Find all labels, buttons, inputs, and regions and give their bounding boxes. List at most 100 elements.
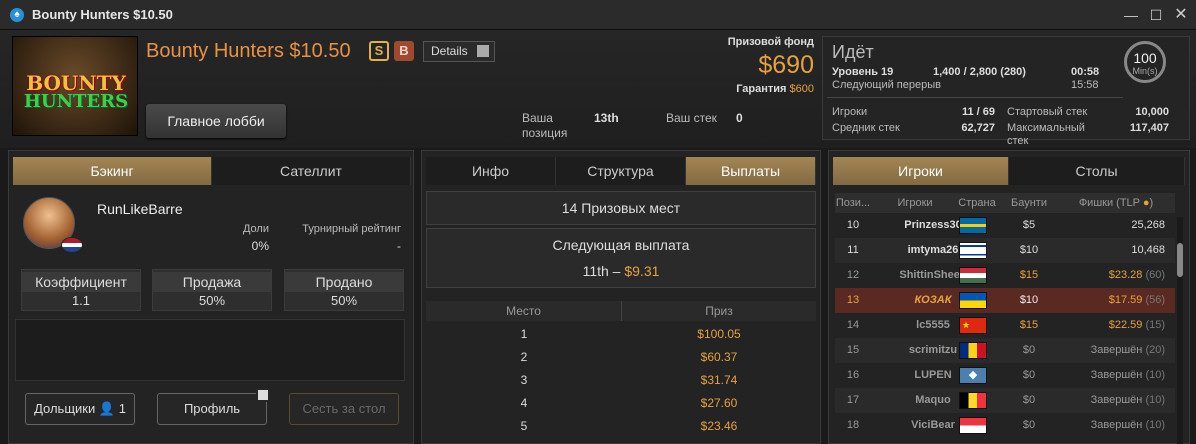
tab-players[interactable]: Игроки [833,157,1009,185]
timer-value: 100 [1133,50,1157,66]
players-table-header[interactable]: Пози... Игроки Страна Баунти Фишки (TLP … [835,193,1175,213]
close-icon[interactable]: ✕ [1170,4,1192,26]
table-row[interactable]: 10 Prinzess30 $5 25,268 [835,213,1175,238]
backers-label: Дольщики [34,401,96,416]
table-row[interactable]: 14 lc5555 ★ $15 $22.59 (15) [835,313,1175,338]
table-row: 2 $60.37 [426,346,816,369]
next-payout-value: 11th – $9.31 [427,261,815,281]
sit-at-table-button[interactable]: Сесть за стол [289,393,399,425]
player-pos: 16 [846,369,860,381]
player-chips: $17.59 (56) [1057,288,1171,313]
col-players[interactable]: Игроки [873,193,957,213]
player-bounty: $0 [1022,394,1036,406]
maximize-icon[interactable]: ☐ [1145,4,1167,26]
tab-payouts[interactable]: Выплаты [686,157,816,185]
guarantee: Гарантия $600 [700,83,814,95]
tab-tables[interactable]: Столы [1009,157,1185,185]
players-tabs: Игроки Столы [833,157,1185,185]
player-chips: 25,268 [1057,213,1171,238]
chips-value: $22.59 [1108,319,1143,331]
details-button[interactable]: Details [423,41,495,62]
col-place: Место [426,301,622,321]
table-row[interactable]: 15 scrimitzu $0 Завершён (20) [835,338,1175,363]
prize: $60.37 [700,350,738,364]
sale-value: 50% [198,293,226,308]
timer-unit: Min(s) [1132,66,1158,76]
app-logo-icon: ♠ [10,8,24,22]
prize-pool-label: Призовой фонд [727,36,814,48]
chips-value: 25,268 [1131,219,1165,231]
backing-tabs: Бэкинг Сателлит [13,157,411,185]
col-chips[interactable]: Фишки (TLP ●) [1061,193,1171,213]
table-row[interactable]: 18 ViciBear $0 Завершён (10) [835,413,1175,438]
minimize-icon[interactable]: — [1120,4,1142,26]
table-row[interactable]: 16 LUPEN ◆ $0 Завершён (10) [835,363,1175,388]
place: 3 [520,373,528,387]
scrollbar-thumb[interactable] [1177,243,1183,277]
player-bounty: $15 [1019,319,1039,331]
col-prize: Приз [705,304,733,318]
player-chips: $23.28 (60) [1057,263,1171,288]
payouts-header: Место Приз [426,301,816,321]
external-link-icon [256,388,270,402]
sale-box: Продажа 50% [152,269,272,311]
max-stack-label: Максимальный стек [1007,122,1085,147]
info-icon: ● [1139,197,1150,209]
sold-label: Продано [285,272,403,292]
prize: $23.46 [700,419,738,433]
singapore-flag-icon [959,417,987,434]
guarantee-label: Гарантия [736,83,787,95]
position-value: 13th [594,111,619,125]
col-country[interactable]: Страна [957,193,997,213]
place: 1 [520,327,528,341]
tournament-status-panel: Идёт Уровень 19 1,400 / 2,800 (280) 00:5… [822,36,1190,147]
player-bounty: $15 [1019,269,1039,281]
main-lobby-button[interactable]: Главное лобби [146,104,286,138]
sold-box: Продано 50% [284,269,404,311]
stack-value: 0 [736,111,743,125]
chips-value: Завершён [1090,394,1143,406]
table-row-current-player[interactable]: 13 КОЗАК $10 $17.59 (56) [835,288,1175,313]
rating-value: - [397,239,401,253]
currency-badge: S [369,41,389,61]
tournament-title: Bounty Hunters $10.50 [146,40,351,62]
table-row[interactable]: 17 Maquo $0 Завершён (10) [835,388,1175,413]
player-chips: 10,468 [1057,238,1171,263]
table-row[interactable]: 12 ShittinSheep $15 $23.28 (60) [835,263,1175,288]
tournament-state: Идёт [832,42,874,62]
players-label: Игроки [832,106,868,118]
chips-value: $23.28 [1108,269,1143,281]
belgium-flag-icon [959,392,987,409]
tab-satellite[interactable]: Сателлит [212,157,411,185]
tab-info[interactable]: Инфо [426,157,556,185]
max-stack-value: 117,407 [1129,122,1169,134]
next-payout-place: 11th – [582,263,621,279]
player-pos: 18 [846,419,860,431]
chips-count: (10) [1145,419,1165,431]
col-position[interactable]: Пози... [835,193,871,213]
players-scrollbar[interactable] [1177,217,1183,444]
backers-button[interactable]: Дольщики 👤 1 [25,393,135,425]
level-time: 00:58 [1071,66,1100,78]
rating-label: Турнирный рейтинг [302,223,401,235]
tab-backing[interactable]: Бэкинг [13,157,212,185]
col-bounty[interactable]: Баунти [999,193,1059,213]
player-bounty: $0 [1022,419,1036,431]
level-timer-dial: 100 Min(s) [1124,41,1166,83]
table-row[interactable]: 11 imtyma26 $10 10,468 [835,238,1175,263]
chips-value: Завершён [1090,369,1143,381]
place: 5 [520,419,528,433]
prize: $27.60 [700,396,738,410]
tab-structure[interactable]: Структура [556,157,686,185]
next-payout-amount: $9.31 [624,263,660,279]
shares-label: Доли [242,223,269,235]
chips-value: Завершён [1090,419,1143,431]
hungary-flag-icon [959,267,987,284]
next-payout-box: Следующая выплата 11th – $9.31 [426,228,816,288]
player-chips: Завершён (10) [1057,413,1171,438]
tournament-lobby-window: ♠ Bounty Hunters $10.50 — ☐ ✕ BOUNTY HUN… [0,0,1196,444]
profile-button[interactable]: Профиль [157,388,270,425]
prize: $100.05 [697,327,741,341]
bounty-badge: B [394,41,414,61]
player-bounty: $10 [1019,244,1039,256]
